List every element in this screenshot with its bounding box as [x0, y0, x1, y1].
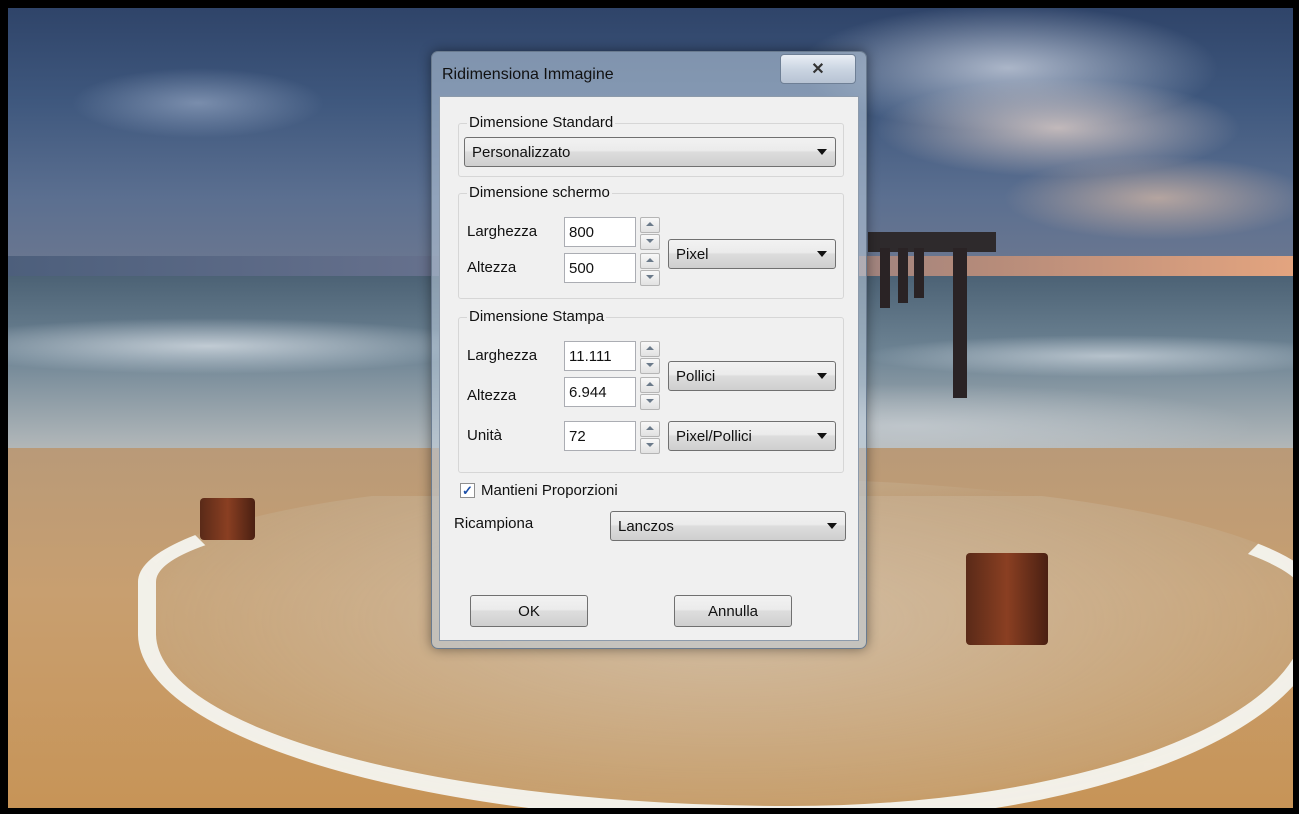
- spin-down-icon[interactable]: [640, 438, 660, 454]
- print-width-label: Larghezza: [467, 347, 538, 364]
- spin-up-icon[interactable]: [640, 217, 660, 233]
- print-height-label: Altezza: [467, 387, 517, 404]
- close-icon: ✕: [811, 61, 825, 78]
- ok-button-label: OK: [518, 602, 540, 620]
- print-unit-select[interactable]: Pollici: [668, 361, 836, 391]
- cancel-button-label: Annulla: [707, 602, 759, 620]
- keep-proportions-label: Mantieni Proporzioni: [481, 482, 618, 499]
- wallpaper-pier-post: [914, 248, 924, 298]
- screen-width-label: Larghezza: [467, 223, 538, 240]
- cancel-button[interactable]: Annulla: [674, 595, 792, 627]
- standard-size-group-title: Dimensione Standard: [467, 114, 616, 131]
- resolution-value: 72: [569, 427, 586, 445]
- wallpaper-pier-post: [880, 248, 890, 308]
- spin-up-icon[interactable]: [640, 377, 660, 393]
- spin-up-icon[interactable]: [640, 341, 660, 357]
- chevron-down-icon: [817, 373, 827, 379]
- print-size-group-title: Dimensione Stampa: [467, 308, 607, 325]
- chevron-down-icon: [817, 433, 827, 439]
- dialog-client-area: Dimensione Standard Personalizzato Dimen…: [439, 96, 859, 641]
- resample-select[interactable]: Lanczos: [610, 511, 846, 541]
- chevron-down-icon: [827, 523, 837, 529]
- chevron-down-icon: [817, 251, 827, 257]
- print-height-spinner[interactable]: [640, 377, 660, 410]
- standard-size-select[interactable]: Personalizzato: [464, 137, 836, 167]
- resample-label: Ricampiona: [454, 515, 534, 532]
- wallpaper-rust-barrel: [966, 553, 1048, 645]
- screen-height-input[interactable]: 500: [564, 253, 636, 283]
- resolution-label: Unità: [467, 427, 503, 444]
- print-width-value: 11.111: [569, 347, 612, 365]
- dialog-title: Ridimensiona Immagine: [442, 66, 614, 83]
- screen-height-spinner[interactable]: [640, 253, 660, 286]
- checkmark-icon: ✓: [462, 482, 473, 498]
- print-height-value: 6.944: [569, 383, 607, 401]
- spin-down-icon[interactable]: [640, 270, 660, 286]
- resolution-unit-select[interactable]: Pixel/Pollici: [668, 421, 836, 451]
- print-width-input[interactable]: 11.111: [564, 341, 636, 371]
- screen-height-label: Altezza: [467, 259, 517, 276]
- wallpaper-rust-stump: [200, 498, 255, 540]
- wallpaper-pier-post: [898, 248, 908, 303]
- screen-width-spinner[interactable]: [640, 217, 660, 250]
- screen-width-value: 800: [569, 223, 595, 241]
- resolution-input[interactable]: 72: [564, 421, 636, 451]
- screen-size-group-title: Dimensione schermo: [467, 184, 612, 201]
- chevron-down-icon: [817, 149, 827, 155]
- wallpaper-pier-post: [953, 248, 967, 398]
- spin-down-icon[interactable]: [640, 358, 660, 374]
- resize-image-dialog: Ridimensiona Immagine ✕ Dimensione Stand…: [431, 51, 867, 649]
- screen-unit-select[interactable]: Pixel: [668, 239, 836, 269]
- close-button[interactable]: ✕: [780, 54, 856, 84]
- resolution-spinner[interactable]: [640, 421, 660, 454]
- screen-width-input[interactable]: 800: [564, 217, 636, 247]
- screen-height-value: 500: [569, 259, 595, 277]
- spin-down-icon[interactable]: [640, 394, 660, 410]
- screen-unit-value: Pixel: [676, 245, 709, 263]
- spin-up-icon[interactable]: [640, 421, 660, 437]
- spin-up-icon[interactable]: [640, 253, 660, 269]
- spin-down-icon[interactable]: [640, 234, 660, 250]
- print-height-input[interactable]: 6.944: [564, 377, 636, 407]
- resolution-unit-value: Pixel/Pollici: [676, 427, 752, 445]
- print-unit-value: Pollici: [676, 367, 716, 385]
- print-width-spinner[interactable]: [640, 341, 660, 374]
- ok-button[interactable]: OK: [470, 595, 588, 627]
- keep-proportions-checkbox[interactable]: ✓: [460, 483, 475, 498]
- resample-value: Lanczos: [618, 517, 674, 535]
- standard-size-value: Personalizzato: [472, 143, 571, 161]
